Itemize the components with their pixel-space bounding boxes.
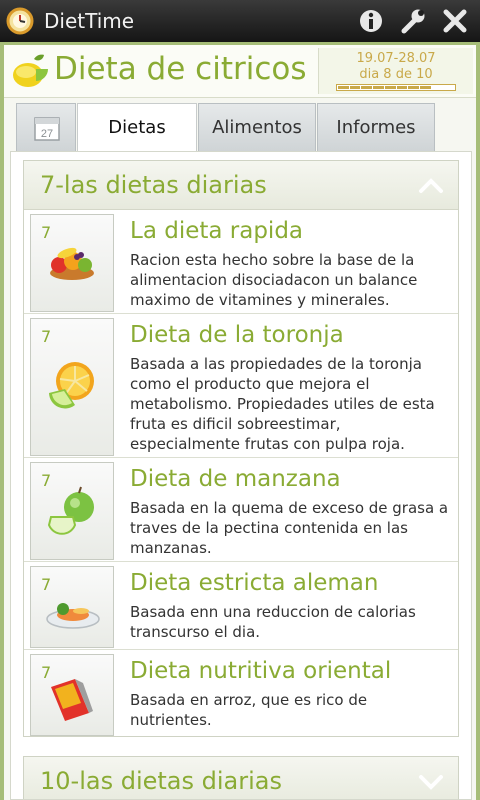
diet-item[interactable]: 7 Dieta nutritiva oriental Basada en arr…	[24, 650, 458, 736]
diet-item[interactable]: 7 Dieta estricta aleman Basada enn una r…	[24, 562, 458, 650]
progress-segment	[373, 86, 384, 89]
calendar-day: 27	[41, 128, 53, 140]
diet-item[interactable]: 7 Dieta de manzana Basada en la quema de…	[24, 458, 458, 562]
diet-header: Dieta de citricos 19.07-28.07 dia 8 de 1…	[4, 45, 476, 98]
diet-progress-bar	[336, 84, 456, 91]
section-title: 7-las dietas diarias	[40, 171, 267, 199]
calendar-icon: 27	[34, 117, 60, 141]
diet-title: Dieta de la toronja	[130, 322, 344, 348]
diet-description: Basada enn una reduccion de calorias tra…	[130, 603, 416, 641]
diet-thumbnail: 7	[30, 318, 114, 456]
section-title: 10-las dietas diarias	[40, 767, 282, 795]
diet-title: Dieta estricta aleman	[130, 570, 379, 596]
title-bar: DietTime	[0, 0, 480, 42]
chevron-up-icon[interactable]	[418, 175, 444, 195]
diet-thumbnail: 7	[30, 654, 114, 736]
diet-title: Dieta de manzana	[130, 466, 341, 492]
diet-thumbnail: 7	[30, 214, 114, 312]
progress-segment	[338, 86, 349, 89]
diet-item[interactable]: 7 Dieta de la toronja Basada a las propi…	[24, 314, 458, 458]
diet-section-7: 7-las dietas diarias 7 La dieta rapida R…	[23, 160, 459, 737]
diet-description: Basada a las propiedades de la toronja c…	[130, 355, 435, 453]
diet-days: 7	[41, 223, 52, 242]
diet-section-10: 10-las dietas diarias	[23, 756, 459, 799]
diet-title: La dieta rapida	[130, 218, 304, 244]
diet-description: Basada en la quema de exceso de grasa a …	[130, 499, 449, 557]
rice-package-icon	[51, 679, 93, 721]
progress-segment	[419, 86, 431, 89]
diet-title: Dieta nutritiva oriental	[130, 658, 392, 684]
tab-bar: 27 Dietas Alimentos Informes	[16, 103, 440, 155]
day-counter: dia 8 de 10	[359, 67, 433, 82]
diet-progress-box: 19.07-28.07 dia 8 de 10	[318, 48, 473, 94]
close-icon[interactable]	[440, 6, 470, 36]
clock-logo-icon	[6, 7, 34, 35]
wrench-icon[interactable]	[398, 6, 428, 36]
tab-alimentos[interactable]: Alimentos	[198, 103, 316, 151]
diet-list-panel: 7-las dietas diarias 7 La dieta rapida R…	[10, 151, 472, 800]
progress-segment	[443, 86, 455, 89]
progress-segment	[431, 86, 443, 89]
date-range: 19.07-28.07	[356, 51, 436, 66]
app-content: Dieta de citricos 19.07-28.07 dia 8 de 1…	[4, 45, 476, 800]
chevron-down-icon[interactable]	[418, 771, 444, 791]
plate-icon	[46, 603, 100, 629]
diet-thumbnail: 7	[30, 566, 114, 648]
app-frame: Dieta de citricos 19.07-28.07 dia 8 de 1…	[0, 42, 480, 800]
progress-segment	[408, 86, 419, 89]
tab-informes[interactable]: Informes	[317, 103, 435, 151]
progress-segment	[384, 86, 396, 89]
diet-description: Basada en arroz, que es rico de nutrient…	[130, 691, 368, 729]
fruit-basket-icon	[50, 247, 94, 280]
progress-segment	[349, 86, 361, 89]
tab-dietas[interactable]: Dietas	[77, 103, 197, 155]
diet-thumbnail: 7	[30, 462, 114, 560]
diet-description: Racion esta hecho sobre la base de la al…	[130, 251, 418, 309]
diet-item[interactable]: 7 La dieta rapida Racion esta hecho sobr…	[24, 210, 458, 314]
lemon-icon	[13, 54, 48, 87]
progress-segment	[361, 86, 373, 89]
progress-segment	[396, 86, 408, 89]
apple-icon	[47, 486, 94, 535]
tab-calendar[interactable]: 27	[16, 103, 76, 151]
diet-days: 7	[41, 327, 52, 346]
section-header[interactable]: 10-las dietas diarias	[24, 757, 458, 799]
diet-title: Dieta de citricos	[54, 51, 307, 87]
app-name: DietTime	[44, 9, 135, 33]
section-header[interactable]: 7-las dietas diarias	[24, 161, 458, 210]
grapefruit-icon	[49, 362, 94, 409]
info-icon[interactable]	[356, 6, 386, 36]
